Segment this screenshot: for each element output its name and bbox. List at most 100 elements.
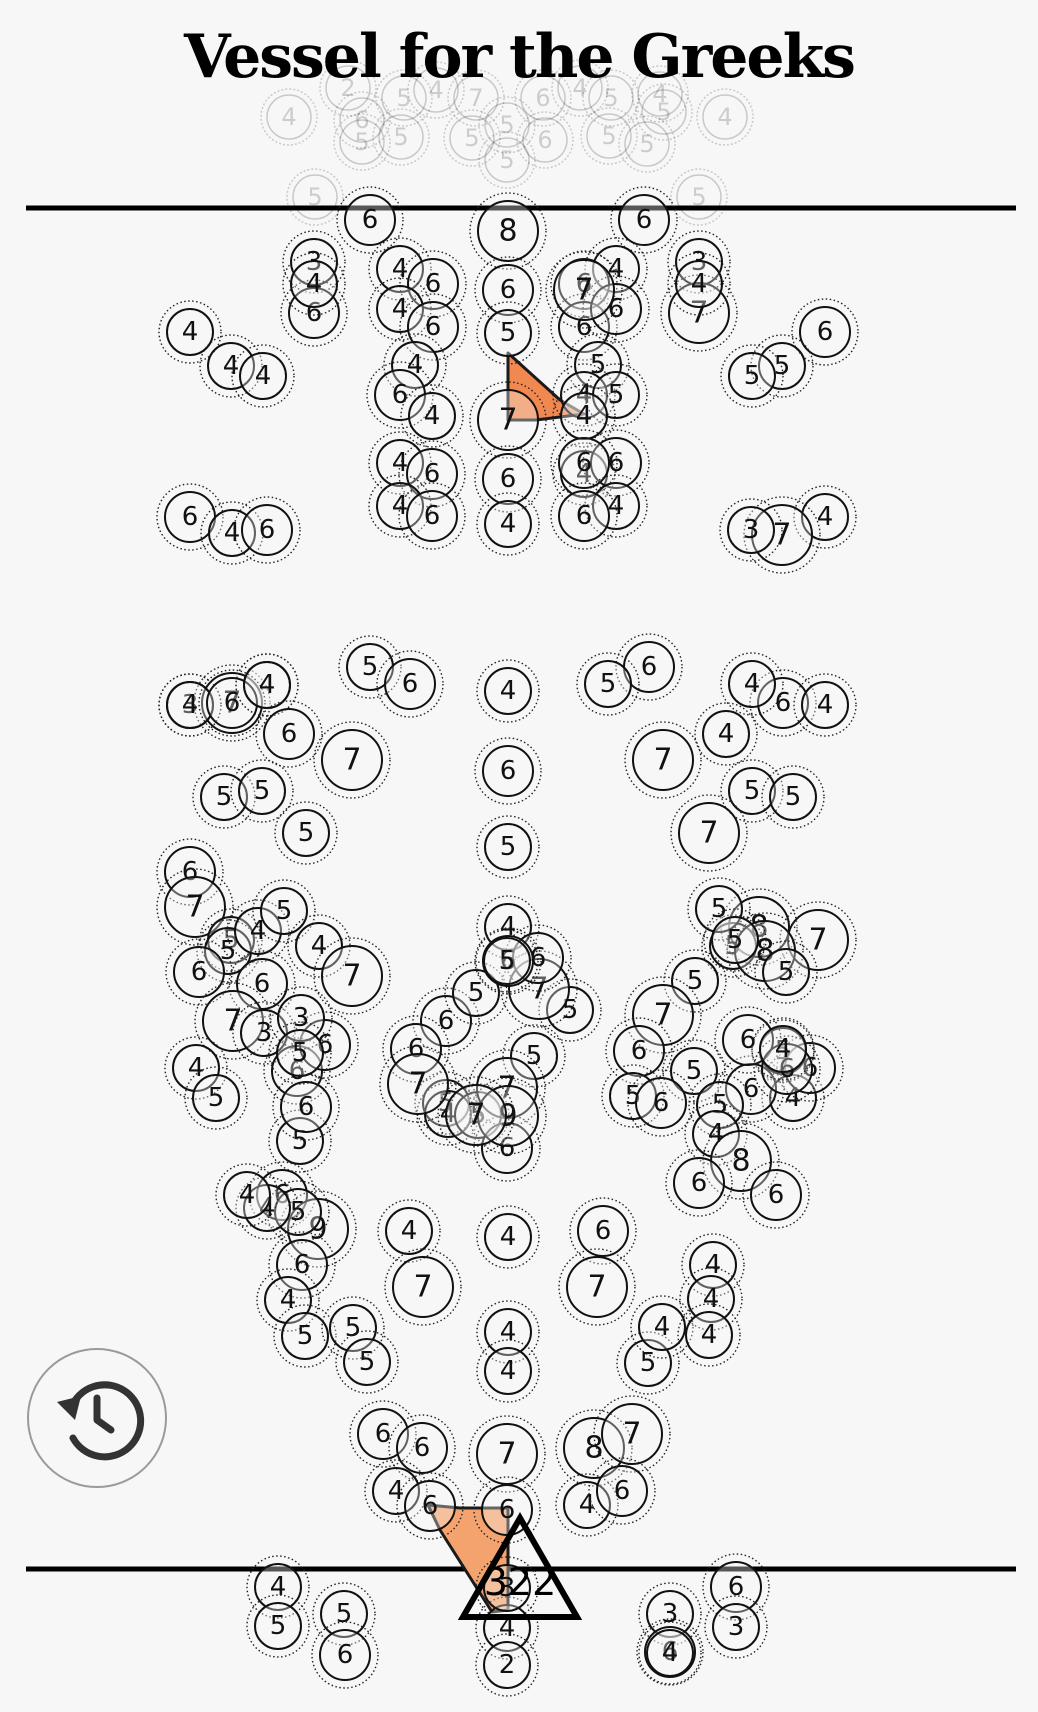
node-layer: 6 8 63 4 63466 46647667 44 64 4 5545564 74 544 6 6 4 66… (156, 186, 859, 1697)
ghost-number-text: 5 (499, 146, 514, 174)
node-number-text: 3 (743, 515, 760, 545)
number-node[interactable]: 2 (475, 1633, 539, 1697)
node-number-text: 5 (336, 1599, 353, 1629)
number-node[interactable]: 8 (469, 192, 547, 270)
number-node[interactable]: 6 (742, 1161, 810, 1229)
node-number-text: 6 (576, 448, 593, 478)
node-number-text: 6 (576, 501, 593, 531)
node-number-text: 8 (731, 1144, 750, 1179)
node-number-text: 4 (259, 670, 276, 700)
number-node[interactable]: 4 (677, 1303, 741, 1367)
number-node[interactable]: 6 (610, 186, 678, 254)
number-node[interactable]: 4 (630, 1295, 694, 1359)
ghost-number-text: 5 (601, 122, 616, 150)
number-node[interactable]: 6 (474, 737, 542, 805)
number-node[interactable]: 6 (336, 186, 404, 254)
number-node[interactable]: 5 (230, 759, 294, 823)
number-node[interactable]: 7 (313, 937, 391, 1015)
node-number-text: 4 (703, 1284, 720, 1314)
number-node[interactable]: 5 (761, 765, 825, 829)
node-number-text: 2 (499, 1650, 516, 1680)
ghost-number-text: 2 (340, 74, 355, 102)
node-number-text: 5 (276, 896, 293, 926)
node-number-text: 5 (744, 361, 761, 391)
node-number-text: 5 (298, 818, 315, 848)
number-node[interactable]: 7 (558, 1248, 636, 1326)
move-counter-text: 322 (484, 1560, 557, 1604)
ghost-number: 5 (670, 168, 728, 226)
number-node[interactable]: 7 (384, 1248, 462, 1326)
node-number-text: 6 (414, 1433, 431, 1463)
number-node[interactable]: 7 (313, 721, 391, 799)
number-node[interactable]: 6 (665, 1149, 733, 1217)
number-node[interactable]: 7 (670, 794, 748, 872)
number-node[interactable]: 5 (274, 801, 338, 865)
node-number-text: 6 (728, 1572, 745, 1602)
number-node[interactable]: 4 (476, 659, 540, 723)
node-number-text: 4 (223, 351, 240, 381)
node-number-text: 4 (500, 1317, 517, 1347)
node-number-text: 4 (500, 509, 517, 539)
node-number-text: 5 (687, 966, 704, 996)
number-node[interactable]: 5 (476, 301, 540, 365)
number-node[interactable]: 4 (476, 1205, 540, 1269)
number-node[interactable]: 6 (569, 1197, 637, 1265)
number-node[interactable]: 4 (638, 1621, 702, 1685)
node-number-text: 6 (224, 688, 241, 718)
number-node[interactable]: 7 (593, 1395, 671, 1473)
node-number-text: 7 (342, 743, 361, 778)
node-number-text: 6 (691, 1168, 708, 1198)
history-button[interactable] (27, 1348, 167, 1488)
node-number-text: 6 (641, 652, 658, 682)
number-node[interactable]: 6 (376, 650, 444, 718)
number-node[interactable]: 6 (398, 482, 466, 550)
node-number-text: 4 (500, 1222, 517, 1252)
node-number-text: 6 (500, 275, 517, 305)
node-number-text: 6 (402, 669, 419, 699)
number-node[interactable]: 4 (377, 1199, 441, 1263)
node-number-text: 6 (768, 1180, 785, 1210)
ghost-number-text: 4 (281, 103, 296, 131)
number-node[interactable]: 6 (550, 482, 618, 550)
ghost-number: 5 (375, 69, 433, 127)
ghost-number-text: 6 (537, 126, 552, 154)
node-number-text: 4 (306, 269, 323, 299)
node-number-text: 5 (600, 669, 617, 699)
node-number-text: 5 (499, 946, 516, 976)
number-node[interactable]: 7 (469, 381, 547, 459)
node-number-text: 6 (500, 756, 517, 786)
node-number-text: 4 (311, 931, 328, 961)
node-number-text: 3 (728, 1612, 745, 1642)
node-number-text: 6 (298, 1092, 315, 1122)
number-node[interactable]: 7 (624, 721, 702, 799)
node-number-text: 7 (574, 273, 593, 308)
number-node[interactable]: 6 (627, 1069, 695, 1137)
number-node[interactable]: 4 (793, 673, 857, 737)
node-number-text: 6 (281, 719, 298, 749)
ghost-number-text: 4 (717, 103, 732, 131)
number-node[interactable]: 6 (255, 700, 323, 768)
node-number-text: 3 (293, 1003, 310, 1033)
number-node[interactable]: 5 (246, 1594, 310, 1658)
ghost-number-text: 5 (639, 130, 654, 158)
node-number-text: 7 (808, 923, 827, 958)
number-node[interactable]: 6 (311, 1621, 379, 1689)
node-number-text: 7 (185, 890, 204, 925)
number-node[interactable]: 4 (235, 653, 299, 717)
node-number-text: 5 (292, 1038, 309, 1068)
number-node[interactable]: 4 (694, 702, 758, 766)
node-number-text: 6 (817, 317, 834, 347)
node-number-text: 7 (653, 998, 672, 1033)
node-number-text: 4 (744, 669, 761, 699)
number-node[interactable]: 7 (468, 1415, 546, 1493)
number-node[interactable]: 5 (476, 815, 540, 879)
node-number-text: 5 (297, 1321, 314, 1351)
node-number-text: 6 (631, 1036, 648, 1066)
node-number-text: 3 (662, 1599, 679, 1629)
node-number-text: 6 (375, 1419, 392, 1449)
number-node[interactable]: 4 (476, 1339, 540, 1403)
number-node[interactable]: 4 (720, 652, 784, 716)
number-node[interactable]: 4 (476, 492, 540, 556)
number-node[interactable]: 3 (704, 1595, 768, 1659)
node-number-text: 5 (744, 776, 761, 806)
